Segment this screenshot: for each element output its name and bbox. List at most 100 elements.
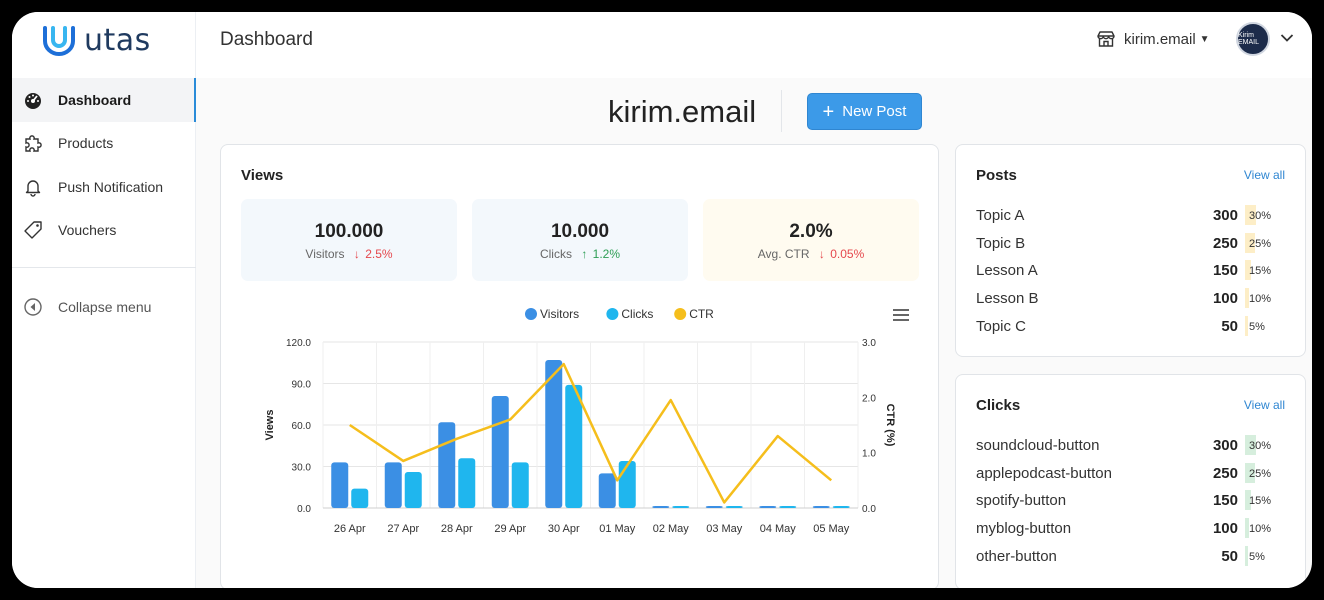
bell-icon [22,176,44,198]
sidebar-item-push-notification[interactable]: Push Notification [12,165,196,209]
row-bar: 30% [1245,435,1283,455]
bar-clicks [351,488,369,508]
y-left-tick-label: 0.0 [297,504,311,515]
row-label: Lesson A [976,262,1038,280]
row-label: Topic C [976,317,1027,335]
sidebar-item-label: Dashboard [58,91,132,108]
y-right-tick-label: 0.0 [862,504,876,515]
chevron-down-icon[interactable] [1280,30,1294,48]
store-name: kirim.email [1124,30,1196,48]
clicks-view-all-link[interactable]: View all [1244,398,1285,412]
row-bar: 10% [1245,288,1283,309]
stat-delta: 0.05% [830,247,865,261]
row-count: 250 [1212,464,1238,482]
sidebar-nav: Dashboard Products Push Notification Vou… [12,78,196,252]
sidebar: utas Dashboard Products Push Notificatio… [12,12,196,588]
collapse-menu-label: Collapse menu [58,299,152,315]
dashboard-gauge-icon [22,89,44,111]
bar-clicks [725,506,743,508]
row-percent: 25% [1249,237,1272,250]
legend-marker-clicks [606,308,619,320]
legend-label: Clicks [621,307,653,321]
x-tick-label: 28 Apr [441,523,473,535]
posts-row: Lesson B 100 10% [976,286,1296,310]
y-right-axis-title: CTR (%) [884,404,896,447]
row-count: 50 [1221,547,1238,565]
x-tick-label: 27 Apr [387,523,419,535]
posts-row: Topic A 300 30% [976,203,1296,227]
row-count: 100 [1212,520,1238,538]
legend-marker-ctr [674,308,687,320]
row-label: Topic A [976,207,1025,224]
y-right-tick-label: 3.0 [862,338,876,349]
row-bar: 5% [1245,545,1283,566]
row-percent: 15% [1249,495,1272,508]
stat-delta: 2.5% [365,247,393,261]
posts-row: Lesson A 150 15% [976,258,1296,282]
collapse-menu-button[interactable]: Collapse menu [22,296,151,318]
row-bar: 30% [1245,205,1283,225]
clicks-row: spotify-button 150 15% [976,488,1296,512]
clicks-row: soundcloud-button 300 30% [976,433,1296,457]
row-bar-fill [1245,545,1248,566]
y-right-tick-label: 1.0 [862,449,876,460]
chart-menu-icon[interactable] [893,309,909,321]
stat-value: 100.000 [314,221,384,242]
sidebar-item-dashboard[interactable]: Dashboard [12,78,196,122]
x-tick-label: 01 May [599,523,636,535]
sidebar-divider [12,267,196,268]
y-left-axis-title: Views [264,410,276,441]
row-count: 50 [1221,317,1238,335]
row-percent: 25% [1249,467,1272,480]
legend-marker-visitors [525,308,537,320]
bar-clicks [618,460,636,508]
avatar[interactable]: Kirim EMAIL [1236,22,1270,56]
x-tick-label: 26 Apr [334,523,366,535]
bar-clicks [832,506,850,508]
clicks-row: applepodcast-button 250 25% [976,461,1296,485]
bar-clicks [404,472,422,508]
caret-down-icon: ▼ [1199,33,1210,45]
bar-clicks [779,506,797,508]
bar-clicks [511,462,529,508]
collapse-arrow-icon [22,296,44,318]
new-post-button[interactable]: + New Post [807,93,922,130]
sidebar-item-label: Products [58,135,114,152]
posts-view-all-link[interactable]: View all [1244,168,1285,182]
stat-label: Avg. CTR [757,247,810,261]
row-percent: 30% [1249,440,1272,452]
sidebar-item-products[interactable]: Products [12,122,196,166]
y-left-tick-label: 90.0 [292,380,312,391]
views-card: Views 100.000 Visitors ↓ 2.5% 10.000 Cli… [220,144,939,588]
stat-subtext: Visitors ↓ 2.5% [241,247,457,261]
x-tick-label: 02 May [653,523,690,535]
clicks-row: other-button 50 5% [976,544,1296,568]
row-label: other-button [976,547,1057,565]
content-header: kirim.email + New Post [196,78,1312,144]
y-right-tick-label: 2.0 [862,393,876,404]
plus-icon: + [822,100,835,123]
row-label: myblog-button [976,520,1072,538]
x-tick-label: 29 Apr [494,523,526,535]
legend-label: CTR [689,307,714,321]
row-count: 250 [1212,234,1238,252]
row-label: applepodcast-button [976,464,1112,482]
store-selector[interactable]: kirim.email ▼ [1096,29,1210,49]
bar-clicks [565,384,583,508]
clicks-title: Clicks [976,397,1021,414]
sidebar-item-vouchers[interactable]: Vouchers [12,209,196,253]
views-chart: 0.0 30.0 60.0 90.0 120.0 0.0 1.0 2.0 3.0 Views CTR… [264,307,909,535]
row-label: Topic B [976,234,1026,252]
row-percent: 15% [1249,265,1272,278]
row-count: 100 [1212,290,1238,308]
row-count: 300 [1212,437,1238,454]
logo[interactable]: utas [42,22,151,58]
logo-text: utas [84,22,151,58]
bar-visitors [384,462,402,508]
row-count: 300 [1212,207,1238,224]
row-label: Lesson B [976,290,1039,308]
x-tick-label: 30 Apr [548,523,580,535]
stat-subtext: Avg. CTR ↓ 0.05% [703,247,919,261]
stat-delta: 1.2% [592,247,621,261]
x-tick-label: 04 May [760,523,797,535]
